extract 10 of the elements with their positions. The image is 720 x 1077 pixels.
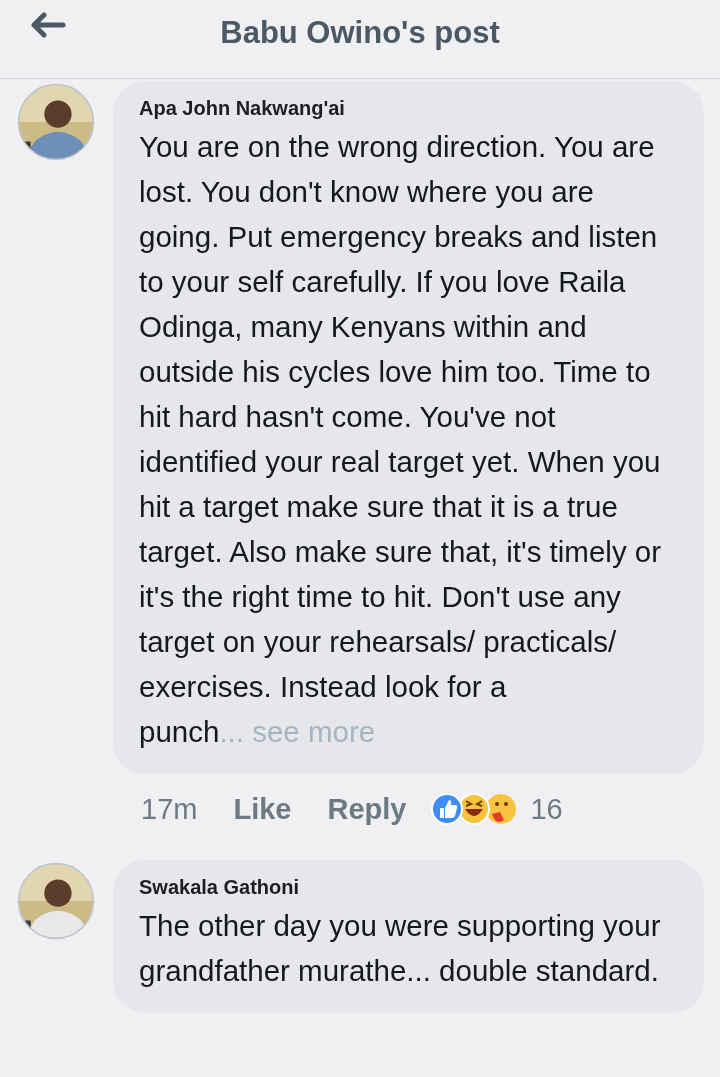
reply-button[interactable]: Reply — [327, 792, 407, 826]
back-arrow-icon[interactable] — [30, 12, 66, 38]
comment-time: 17m — [141, 792, 198, 826]
reaction-count: 16 — [530, 792, 563, 826]
page-title: Babu Owino's post — [220, 14, 500, 52]
author-name[interactable]: Apa John Nakwang'ai — [139, 97, 678, 120]
comment-text: The other day you were supporting your grandfather murathe... double standard. — [139, 908, 662, 989]
author-name[interactable]: Swakala Gathoni — [139, 876, 678, 899]
like-button[interactable]: Like — [233, 792, 292, 826]
comment-text: You are on the wrong direction. You are lost. You don't know where you are going. Put emergency breaks and listen to your self carefully. If you love Raila Odinga, many Kenyans within and outside his cycles love him too. Time to hit hard hasn't come. You've not identified your real target yet. When you hit a target make sure that it is a true target. Also make sure that, it's timely or it's the right time to hit. Don't use any target on your rehearsals/ practicals/ exercises. Instead look for a punch... see more — [139, 129, 663, 750]
